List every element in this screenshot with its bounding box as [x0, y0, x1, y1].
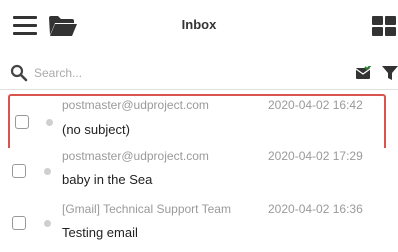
email-date: 2020-04-02 16:42 [268, 98, 363, 112]
filter-icon[interactable] [382, 65, 398, 81]
page-title: Inbox [181, 17, 217, 32]
email-row[interactable]: [Gmail] Technical Support Team 2020-04-0… [0, 202, 398, 252]
top-bar: Inbox [0, 0, 398, 52]
unread-dot-icon [46, 119, 53, 126]
search-icon[interactable] [10, 64, 28, 82]
mail-check-icon[interactable] [356, 66, 372, 80]
email-checkbox[interactable] [15, 115, 29, 129]
unread-dot-icon [44, 220, 51, 227]
search-input[interactable]: Search... [34, 66, 82, 80]
email-checkbox[interactable] [12, 164, 26, 178]
email-row[interactable]: postmaster@udproject.com 2020-04-02 16:4… [8, 94, 386, 152]
search-bar: Search... [0, 56, 398, 90]
email-date: 2020-04-02 16:36 [268, 202, 363, 216]
email-subject: Testing email [62, 225, 138, 240]
email-row[interactable]: postmaster@udproject.com 2020-04-02 17:2… [0, 148, 398, 206]
unread-dot-icon [44, 168, 51, 175]
email-date: 2020-04-02 17:29 [268, 149, 363, 163]
email-subject: baby in the Sea [62, 172, 153, 187]
email-sender: postmaster@udproject.com [62, 98, 209, 112]
email-sender: [Gmail] Technical Support Team [62, 202, 231, 216]
email-subject: (no subject) [62, 122, 130, 137]
email-checkbox[interactable] [12, 216, 26, 230]
grid-layout-icon[interactable] [372, 16, 398, 38]
email-sender: postmaster@udproject.com [62, 149, 209, 163]
